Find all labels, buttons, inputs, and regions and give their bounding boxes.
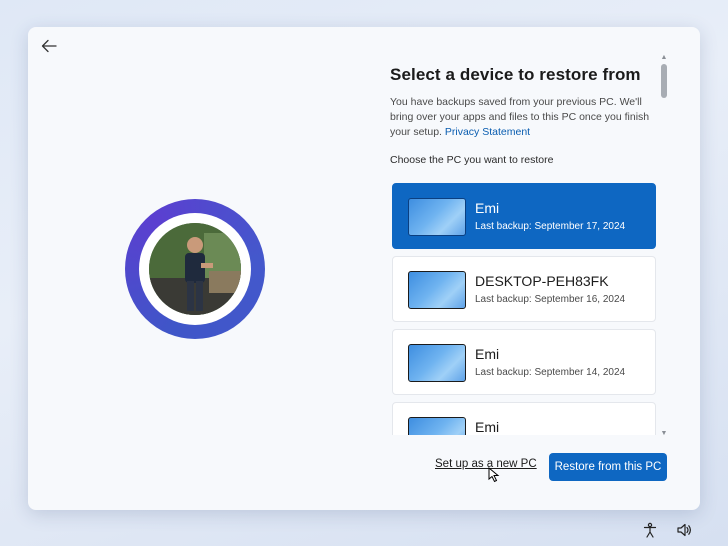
device-backup-date: Last backup: September 14, 2024	[475, 367, 626, 378]
setup-new-pc-button[interactable]: Set up as a new PC	[435, 458, 537, 470]
device-card[interactable]: DESKTOP-PEH83FK Last backup: September 1…	[392, 256, 656, 322]
device-name: DESKTOP-PEH83FK	[475, 273, 609, 289]
device-name: Emi	[475, 346, 500, 362]
restore-panel: Select a device to restore from You have…	[390, 65, 662, 166]
pc-thumbnail-icon	[408, 271, 466, 309]
scroll-down-icon[interactable]: ▼	[660, 430, 668, 438]
description: You have backups saved from your previou…	[390, 96, 650, 138]
page-title: Select a device to restore from	[390, 65, 641, 84]
back-button[interactable]	[38, 37, 60, 55]
avatar-photo	[149, 223, 241, 315]
device-backup-date: Last backup: September 16, 2024	[475, 294, 626, 305]
device-name: Emi	[475, 419, 500, 435]
device-card[interactable]: Emi Last backup: September 17, 2024	[392, 183, 656, 249]
person-photo-icon	[149, 223, 241, 315]
avatar	[125, 199, 265, 339]
device-card[interactable]: Emi Last backup: September 14, 2024	[392, 329, 656, 395]
device-name: Emi	[475, 200, 500, 216]
mouse-cursor-icon	[488, 467, 500, 483]
scroll-thumb[interactable]	[661, 64, 667, 98]
device-backup-date: Last backup: September 17, 2024	[475, 221, 626, 232]
accessibility-icon[interactable]	[642, 522, 658, 538]
device-card[interactable]: Emi	[392, 402, 656, 435]
volume-icon[interactable]	[676, 522, 692, 538]
pc-thumbnail-icon	[408, 198, 466, 236]
device-list-scrollbar[interactable]: ▲ ▼	[659, 54, 669, 438]
device-list: Emi Last backup: September 17, 2024 DESK…	[390, 181, 658, 435]
pc-thumbnail-icon	[408, 417, 466, 435]
pc-thumbnail-icon	[408, 344, 466, 382]
restore-button[interactable]: Restore from this PC	[549, 453, 667, 481]
arrow-left-icon	[41, 39, 57, 53]
privacy-statement-link[interactable]: Privacy Statement	[445, 126, 530, 138]
choose-label: Choose the PC you want to restore	[390, 154, 554, 166]
scroll-up-icon[interactable]: ▲	[660, 54, 668, 62]
setup-window: Select a device to restore from You have…	[28, 27, 700, 510]
